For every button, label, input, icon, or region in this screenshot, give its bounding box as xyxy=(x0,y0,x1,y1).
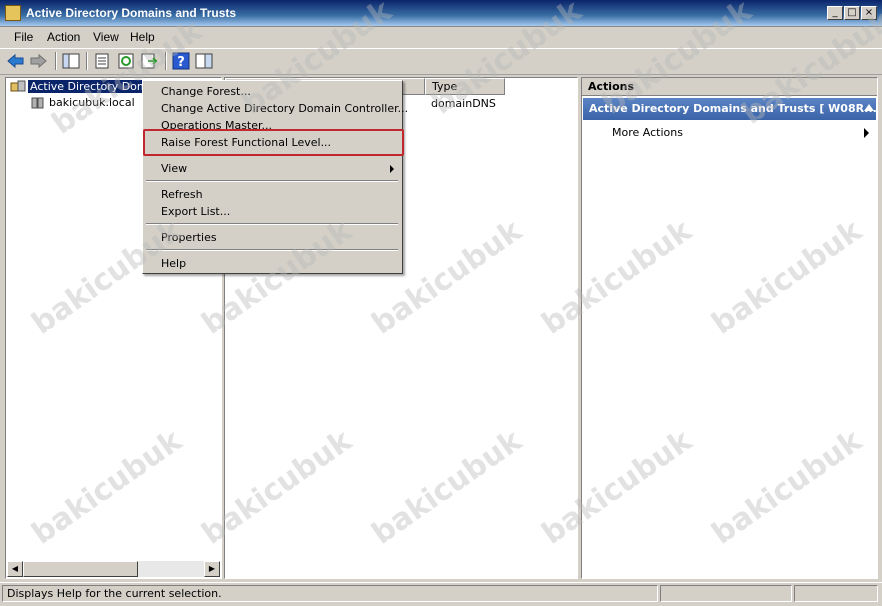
actions-header: Actions xyxy=(582,78,877,96)
submenu-arrow-icon xyxy=(864,128,869,138)
menu-help[interactable]: Help xyxy=(161,257,186,270)
back-arrow-icon[interactable] xyxy=(6,52,26,70)
menu-action[interactable]: Action xyxy=(47,30,80,44)
horizontal-scrollbar[interactable]: ◀ ▶ xyxy=(7,561,220,577)
status-cell-3 xyxy=(794,585,878,602)
actions-pane: Actions Active Directory Domains and Tru… xyxy=(581,77,878,579)
maximize-button[interactable]: □ xyxy=(844,6,860,20)
menu-help[interactable]: Help xyxy=(130,30,155,44)
menu-properties[interactable]: Properties xyxy=(161,231,217,244)
window-title: Active Directory Domains and Trusts xyxy=(26,6,237,20)
row-type-value[interactable]: domainDNS xyxy=(431,97,496,110)
annotation-highlight-box xyxy=(143,129,404,156)
help-icon[interactable]: ? xyxy=(171,52,191,70)
submenu-arrow-icon xyxy=(390,165,394,173)
menu-bar: File Action View Help xyxy=(0,27,882,47)
scroll-right-icon[interactable]: ▶ xyxy=(204,561,220,577)
context-menu: Change Forest... Change Active Directory… xyxy=(142,80,408,274)
minimize-button[interactable]: _ xyxy=(827,6,843,20)
status-text: Displays Help for the current selection. xyxy=(2,585,658,602)
status-bar: Displays Help for the current selection. xyxy=(0,582,882,606)
show-hide-tree-icon[interactable] xyxy=(61,52,81,70)
actions-section-title: Active Directory Domains and Trusts [ W0… xyxy=(589,102,876,115)
menu-view[interactable]: View xyxy=(161,162,187,175)
more-actions-link[interactable]: More Actions xyxy=(612,126,683,139)
title-bar: Active Directory Domains and Trusts _ □ … xyxy=(0,0,882,27)
export-list-icon[interactable] xyxy=(139,52,159,70)
scroll-left-icon[interactable]: ◀ xyxy=(7,561,23,577)
menu-file[interactable]: File xyxy=(14,30,33,44)
show-hide-action-pane-icon[interactable] xyxy=(194,52,214,70)
domain-icon xyxy=(31,97,44,109)
svg-text:?: ? xyxy=(177,55,185,70)
close-button[interactable]: × xyxy=(861,6,877,20)
properties-icon[interactable] xyxy=(92,52,112,70)
menu-separator xyxy=(146,249,398,251)
status-cell-2 xyxy=(660,585,792,602)
menu-change-dc[interactable]: Change Active Directory Domain Controlle… xyxy=(161,102,408,115)
menu-refresh[interactable]: Refresh xyxy=(161,188,203,201)
menu-separator xyxy=(146,180,398,182)
scroll-thumb[interactable] xyxy=(23,561,138,577)
forward-arrow-icon[interactable] xyxy=(28,52,48,70)
menu-separator xyxy=(146,223,398,225)
menu-change-forest[interactable]: Change Forest... xyxy=(161,85,251,98)
actions-section-header[interactable]: Active Directory Domains and Trusts [ W0… xyxy=(583,98,876,120)
column-header-type[interactable]: Type xyxy=(425,78,505,95)
menu-export-list[interactable]: Export List... xyxy=(161,205,230,218)
tree-item-domain[interactable]: bakicubuk.local xyxy=(49,95,135,111)
toolbar: ? xyxy=(0,48,882,75)
collapse-icon[interactable] xyxy=(864,104,874,111)
refresh-icon[interactable] xyxy=(116,52,136,70)
menu-view[interactable]: View xyxy=(93,30,119,44)
ad-trusts-icon xyxy=(5,5,21,21)
domains-trusts-icon xyxy=(10,80,26,92)
